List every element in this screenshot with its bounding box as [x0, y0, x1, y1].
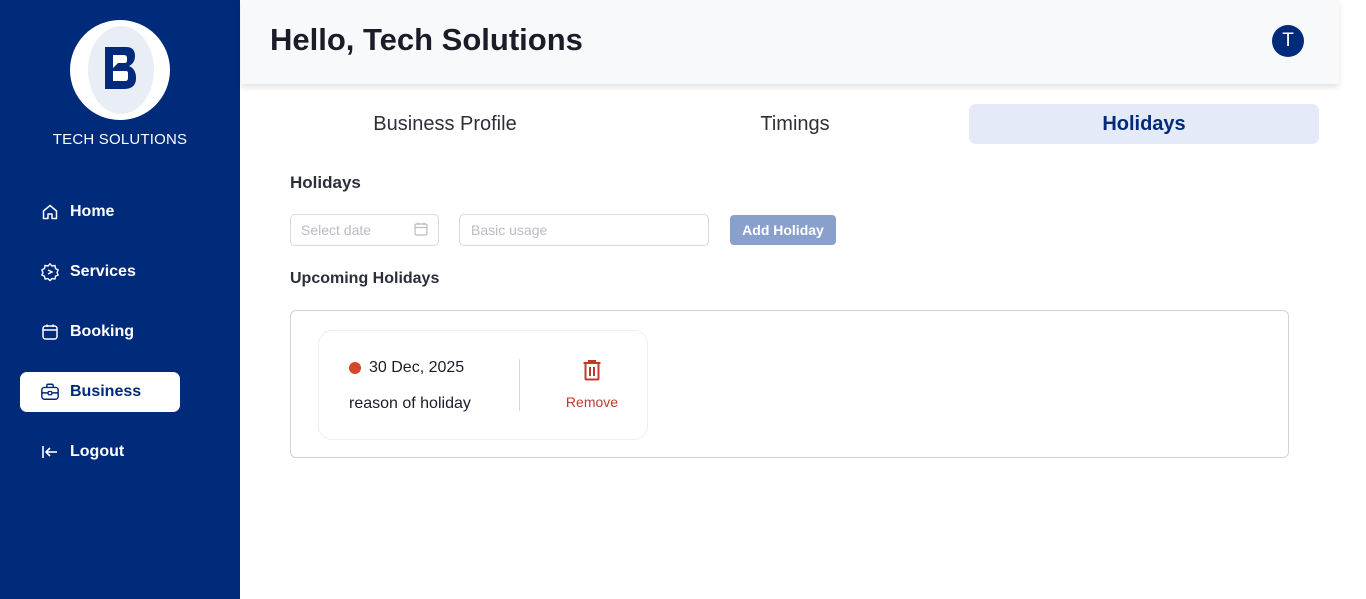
calendar-icon	[40, 322, 60, 342]
upcoming-holidays-title: Upcoming Holidays	[290, 270, 440, 287]
card-divider	[519, 359, 520, 411]
status-dot	[349, 362, 361, 374]
holiday-date-picker[interactable]: Select date	[290, 214, 439, 246]
logo	[70, 20, 170, 120]
holiday-reason: reason of holiday	[349, 395, 471, 412]
date-placeholder: Select date	[301, 222, 372, 238]
page-title: Hello, Tech Solutions	[270, 22, 583, 57]
sidebar-item-label: Booking	[70, 323, 134, 340]
avatar[interactable]: T	[1272, 25, 1304, 57]
add-holiday-button[interactable]: Add Holiday	[730, 215, 836, 245]
calendar-icon	[414, 222, 428, 239]
tab-holidays[interactable]: Holidays	[969, 104, 1319, 144]
sidebar-item-services[interactable]: Services	[20, 252, 180, 292]
sidebar-item-label: Home	[70, 203, 115, 220]
top-header: Hello, Tech Solutions T	[241, 0, 1339, 84]
sidebar-item-label: Logout	[70, 443, 125, 460]
sidebar-item-label: Business	[70, 383, 142, 400]
brand-name: TECH SOLUTIONS	[52, 131, 188, 148]
sidebar: TECH SOLUTIONS Home Services Booking Bus…	[0, 0, 240, 599]
briefcase-icon	[40, 382, 60, 402]
upcoming-holidays-panel: 30 Dec, 2025 reason of holiday Remove	[290, 310, 1289, 458]
remove-holiday-button[interactable]: Remove	[559, 359, 625, 413]
home-icon	[40, 202, 60, 222]
holiday-reason-input[interactable]	[459, 214, 709, 246]
logout-icon	[40, 442, 60, 462]
remove-label: Remove	[565, 394, 619, 410]
holiday-date: 30 Dec, 2025	[369, 359, 465, 376]
holidays-section-title: Holidays	[290, 173, 361, 192]
tab-timings[interactable]: Timings	[620, 104, 970, 144]
tab-business-profile[interactable]: Business Profile	[270, 104, 620, 144]
services-gear-icon	[40, 262, 60, 282]
sidebar-item-business[interactable]: Business	[20, 372, 180, 412]
sidebar-item-logout[interactable]: Logout	[20, 432, 180, 472]
app: TECH SOLUTIONS Home Services Booking Bus…	[0, 0, 1366, 599]
sidebar-item-label: Services	[70, 263, 136, 280]
trash-icon	[582, 359, 602, 386]
holiday-card: 30 Dec, 2025 reason of holiday Remove	[318, 330, 648, 440]
logo-mark-icon	[105, 47, 136, 89]
sidebar-item-booking[interactable]: Booking	[20, 312, 180, 352]
sidebar-item-home[interactable]: Home	[20, 192, 180, 232]
